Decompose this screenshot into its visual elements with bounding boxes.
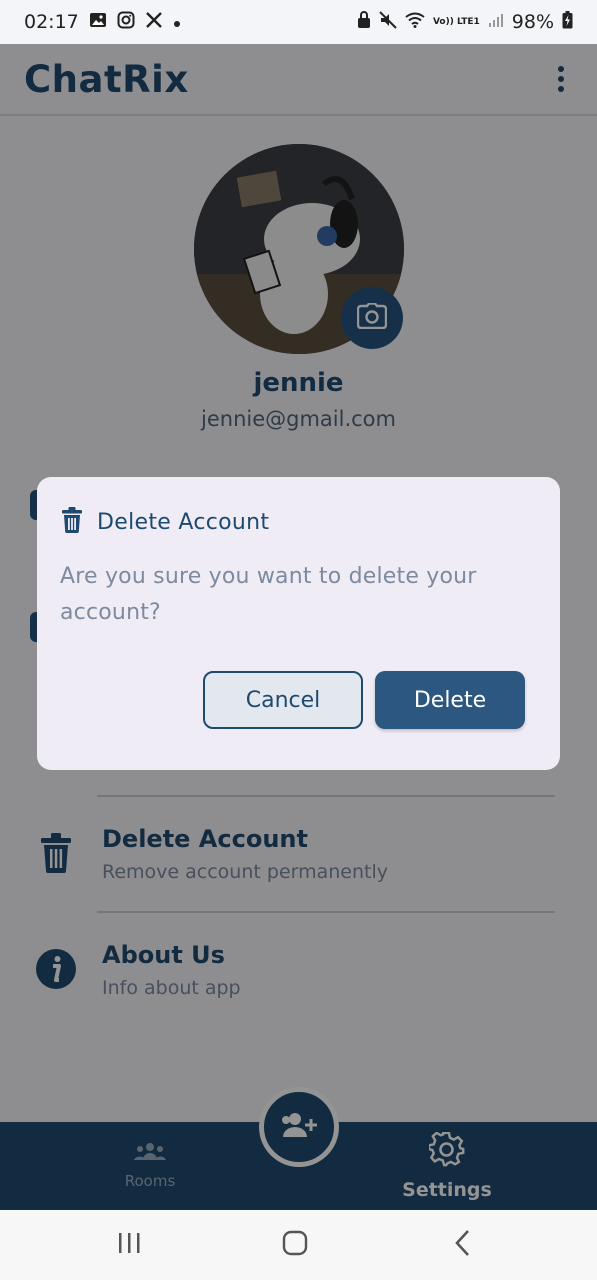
dialog-title: Delete Account [97,509,270,535]
home-button[interactable] [255,1210,335,1280]
system-nav-bar [0,1210,597,1280]
status-left: 02:17 [24,11,181,34]
back-button[interactable] [423,1210,503,1280]
status-right: Vo)) LTE1 98% [357,10,573,34]
home-icon [282,1230,308,1260]
recents-button[interactable] [89,1210,169,1280]
battery-icon [562,10,573,34]
dialog-message: Are you sure you want to delete your acc… [60,564,477,625]
recents-icon [117,1231,141,1259]
mute-icon [379,10,397,34]
status-bar: 02:17 Vo)) LTE1 98% [0,0,597,44]
delete-account-dialog: Delete Account Are you sure you want to … [37,477,560,770]
trash-icon [61,507,83,537]
back-icon [454,1229,472,1261]
dialog-header: Delete Account [61,507,269,537]
signal-icon [488,11,504,33]
status-time: 02:17 [24,11,79,33]
wifi-icon [405,11,425,33]
dot-icon [173,11,181,33]
lock-icon [357,10,371,34]
delete-button[interactable]: Delete [375,671,525,729]
gallery-icon [89,11,107,34]
battery-percent: 98% [511,11,554,33]
cancel-button[interactable]: Cancel [203,671,363,729]
x-icon [145,11,163,34]
instagram-icon [117,11,135,34]
volte-icon: Vo)) LTE1 [432,16,480,27]
